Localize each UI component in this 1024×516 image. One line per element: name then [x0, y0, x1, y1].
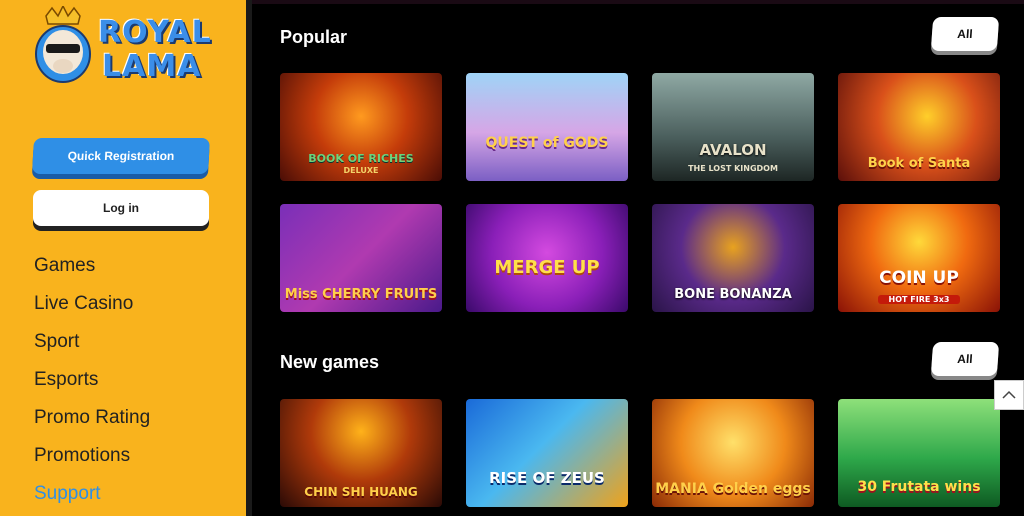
- lama-mascot-icon: [35, 6, 91, 83]
- game-title: MANIA Golden eggs: [655, 481, 811, 497]
- login-button[interactable]: Log in: [33, 190, 209, 226]
- section-title-new-games: New games: [280, 352, 380, 372]
- game-title: 30 Frutata wins: [857, 479, 981, 495]
- quick-registration-button[interactable]: Quick Registration: [32, 138, 210, 174]
- game-title: Miss CHERRY FRUITS: [284, 287, 438, 302]
- brand-wordmark: ROYAL LAMA: [98, 16, 212, 84]
- game-tile[interactable]: RISE OF ZEUS: [466, 399, 628, 507]
- sidebar-nav: Games Live Casino Sport Esports Promo Ra…: [34, 254, 150, 516]
- popular-all-button[interactable]: All: [930, 17, 1000, 51]
- nav-item-esports[interactable]: Esports: [34, 368, 150, 406]
- chevron-up-icon: [1002, 390, 1016, 399]
- game-title: BONE BONANZA: [674, 287, 792, 302]
- app-root: ROYAL LAMA Quick Registration Log in Gam…: [0, 0, 1024, 516]
- game-tile[interactable]: COIN UP HOT FIRE 3x3: [838, 204, 1000, 312]
- nav-item-games[interactable]: Games: [34, 254, 150, 292]
- scroll-to-top-button[interactable]: [994, 380, 1024, 410]
- game-tile[interactable]: BOOK OF RICHES DELUXE: [280, 73, 442, 181]
- game-tile[interactable]: CHIN SHI HUANG: [280, 399, 442, 507]
- nav-item-support[interactable]: Support: [34, 482, 150, 516]
- nav-item-promo-rating[interactable]: Promo Rating: [34, 406, 150, 444]
- game-subtitle: HOT FIRE 3x3: [878, 295, 960, 304]
- game-title: COIN UP: [879, 268, 959, 288]
- nav-item-sport[interactable]: Sport: [34, 330, 150, 368]
- game-tile[interactable]: MANIA Golden eggs: [652, 399, 814, 507]
- game-tile[interactable]: QUEST of GODS: [466, 73, 628, 181]
- game-tile[interactable]: BONE BONANZA: [652, 204, 814, 312]
- game-tile[interactable]: Book of Santa: [838, 73, 1000, 181]
- new-games-all-button[interactable]: All: [930, 342, 1000, 376]
- game-title: MERGE UP: [494, 257, 600, 278]
- main-content: Popular All BOOK OF RICHES DELUXE QUEST …: [252, 0, 1024, 516]
- game-title: RISE OF ZEUS: [489, 469, 605, 487]
- nav-item-promotions[interactable]: Promotions: [34, 444, 150, 482]
- brand-line1: ROYAL: [98, 15, 212, 50]
- game-tile[interactable]: Miss CHERRY FRUITS: [280, 204, 442, 312]
- game-title: BOOK OF RICHES: [308, 152, 414, 165]
- top-banner-strip: [252, 0, 1024, 4]
- game-title: Book of Santa: [867, 156, 971, 171]
- section-title-popular: Popular: [280, 27, 348, 47]
- brand-logo[interactable]: ROYAL LAMA: [32, 6, 212, 92]
- game-title: CHIN SHI HUANG: [304, 485, 418, 499]
- nav-item-live-casino[interactable]: Live Casino: [34, 292, 150, 330]
- sidebar: ROYAL LAMA Quick Registration Log in Gam…: [0, 0, 246, 516]
- game-subtitle: DELUXE: [343, 166, 379, 175]
- game-tile[interactable]: MERGE UP: [466, 204, 628, 312]
- game-title: QUEST of GODS: [485, 135, 609, 151]
- game-subtitle: THE LOST KINGDOM: [688, 164, 778, 173]
- game-tile[interactable]: AVALON THE LOST KINGDOM: [652, 73, 814, 181]
- game-title: AVALON: [699, 141, 767, 159]
- brand-line2: LAMA: [102, 49, 202, 84]
- game-tile[interactable]: 30 Frutata wins: [838, 399, 1000, 507]
